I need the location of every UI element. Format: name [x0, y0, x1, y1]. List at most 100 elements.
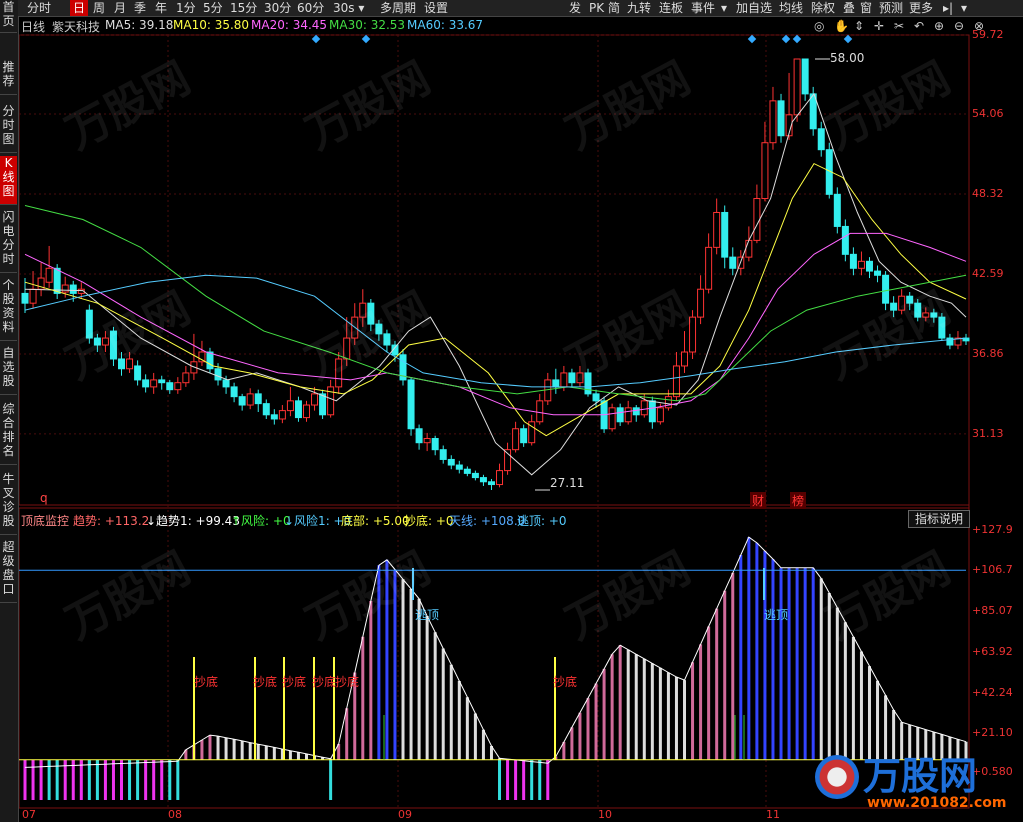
toolbar-item-15[interactable]: PK — [586, 0, 607, 16]
candle-body — [761, 142, 769, 200]
period-label: 日线 — [21, 20, 46, 34]
toolbar-item-6[interactable]: 1分 — [173, 0, 199, 16]
toolbar-item-20[interactable]: ▾ — [718, 0, 730, 16]
scissors-icon[interactable]: ✂ — [894, 19, 904, 33]
undo-icon[interactable]: ↶ — [914, 19, 924, 33]
indicator-tick-0: +127.9 — [972, 523, 1013, 536]
logo-mascot-icon — [815, 755, 859, 799]
brand-logo: 万股网 www.201082.com — [815, 745, 1015, 817]
toolbar-item-0[interactable]: 分时 — [24, 0, 54, 16]
candle-body — [849, 253, 857, 269]
toolbar-item-27[interactable]: 更多 — [906, 0, 936, 16]
signal-diamond — [361, 34, 371, 44]
sidebar-item-0[interactable]: 首页 — [0, 0, 17, 33]
sidebar-item-3[interactable]: K线图 — [0, 156, 17, 205]
signal-diamond — [747, 34, 757, 44]
toolbar-item-25[interactable]: 窗 — [857, 0, 875, 16]
zoom-in-icon[interactable]: ⊕ — [934, 19, 944, 33]
candle-body — [608, 407, 616, 430]
toolbar-item-14[interactable]: 发 — [566, 0, 584, 16]
toolbar-item-16[interactable]: 简 — [605, 0, 623, 16]
toolbar-item-5[interactable]: 年 — [152, 0, 170, 16]
indicator-name[interactable]: 顶底监控 — [21, 512, 69, 529]
candle-body — [214, 368, 222, 381]
candle-body — [254, 393, 262, 405]
sell-signal-label: 逃顶 — [764, 608, 789, 622]
candle-body — [182, 372, 190, 384]
logo-url: www.201082.com — [867, 795, 1007, 811]
candle-body — [777, 100, 785, 137]
event-mark-1[interactable]: 榜 — [790, 492, 807, 509]
candle-body — [672, 365, 680, 398]
candle-body — [463, 468, 471, 474]
candle-body — [431, 438, 439, 451]
toolbar-item-28[interactable]: ▸| — [940, 0, 956, 16]
stock-name[interactable]: 紫天科技 — [52, 18, 100, 35]
close-icon[interactable]: ⊗ — [974, 19, 984, 33]
sidebar-item-7[interactable]: 综合排名 — [0, 402, 17, 465]
indicator-param-2: ↑风险: +0 — [231, 514, 291, 528]
sidebar-item-6[interactable]: 自选股 — [0, 346, 17, 395]
hand-icon[interactable]: ✋ — [834, 19, 849, 33]
toolbar-item-29[interactable]: ▾ — [958, 0, 970, 16]
logo-text: 万股网 — [863, 754, 978, 798]
toolbar-item-18[interactable]: 连板 — [656, 0, 686, 16]
candle-body — [246, 393, 254, 406]
candle-body — [311, 393, 319, 406]
candle-body — [841, 225, 849, 255]
indicator-explain-button[interactable]: 指标说明 — [908, 510, 971, 528]
candle-body — [656, 407, 664, 423]
sidebar-item-5[interactable]: 个股资料 — [0, 278, 17, 341]
signal-diamond — [311, 34, 321, 44]
candle-body — [407, 379, 415, 430]
candle-body — [640, 400, 648, 416]
candle-body — [61, 284, 69, 293]
candle-body — [222, 379, 230, 388]
toolbar-item-3[interactable]: 月 — [111, 0, 129, 16]
toolbar-item-9[interactable]: 30分 — [261, 0, 294, 16]
sidebar-item-4[interactable]: 闪电分时 — [0, 210, 17, 273]
candle-body — [439, 449, 447, 460]
toolbar-item-4[interactable]: 季 — [131, 0, 149, 16]
buy-signal-label: 抄底 — [253, 675, 278, 689]
toolbar-item-1[interactable]: 日 — [70, 0, 89, 16]
sidebar-item-8[interactable]: 牛叉诊股 — [0, 472, 17, 535]
ma-value-3: MA30: 32.53 — [329, 18, 406, 32]
toolbar-item-2[interactable]: 周 — [90, 0, 108, 16]
candle-body — [134, 365, 142, 381]
toolbar-item-26[interactable]: 预测 — [876, 0, 906, 16]
candle-body — [21, 292, 29, 304]
price-tick-4: 36.86 — [972, 346, 1004, 360]
event-mark-0[interactable]: 财 — [750, 492, 767, 509]
candle-body — [319, 393, 327, 416]
sidebar-item-9[interactable]: 超级盘口 — [0, 540, 17, 603]
toolbar-item-7[interactable]: 5分 — [200, 0, 226, 16]
indicator-param-0: 趋势: +113.2 — [73, 514, 150, 528]
candle-body — [158, 379, 166, 384]
candle-body — [857, 260, 865, 269]
toolbar-item-21[interactable]: 加自选 — [733, 0, 775, 16]
eye-icon[interactable]: ◎ — [814, 19, 824, 33]
toolbar-item-12[interactable]: 多周期 — [377, 0, 419, 16]
cross-icon[interactable]: ✛ — [874, 19, 884, 33]
candle-body — [496, 470, 504, 486]
toolbar-item-24[interactable]: 叠 — [840, 0, 858, 16]
toolbar-item-17[interactable]: 九转 — [624, 0, 654, 16]
up-down-icon[interactable]: ⇕ — [854, 19, 864, 33]
candle-body — [865, 260, 873, 272]
candle-body — [174, 382, 182, 391]
toolbar-item-8[interactable]: 15分 — [227, 0, 260, 16]
sidebar-item-2[interactable]: 分时图 — [0, 104, 17, 153]
toolbar-item-22[interactable]: 均线 — [776, 0, 806, 16]
zoom-out-icon[interactable]: ⊖ — [954, 19, 964, 33]
candle-body — [286, 400, 294, 412]
toolbar-item-10[interactable]: 60分 — [294, 0, 327, 16]
candle-body — [230, 386, 238, 398]
toolbar-item-13[interactable]: 设置 — [421, 0, 451, 16]
sidebar-item-1[interactable]: 推荐 — [0, 60, 17, 95]
toolbar-item-19[interactable]: 事件 — [688, 0, 718, 16]
toolbar-item-11[interactable]: 30s ▾ — [330, 0, 367, 16]
candle-body — [833, 193, 841, 227]
low-price-label: 27.11 — [550, 476, 585, 490]
toolbar-item-23[interactable]: 除权 — [808, 0, 838, 16]
